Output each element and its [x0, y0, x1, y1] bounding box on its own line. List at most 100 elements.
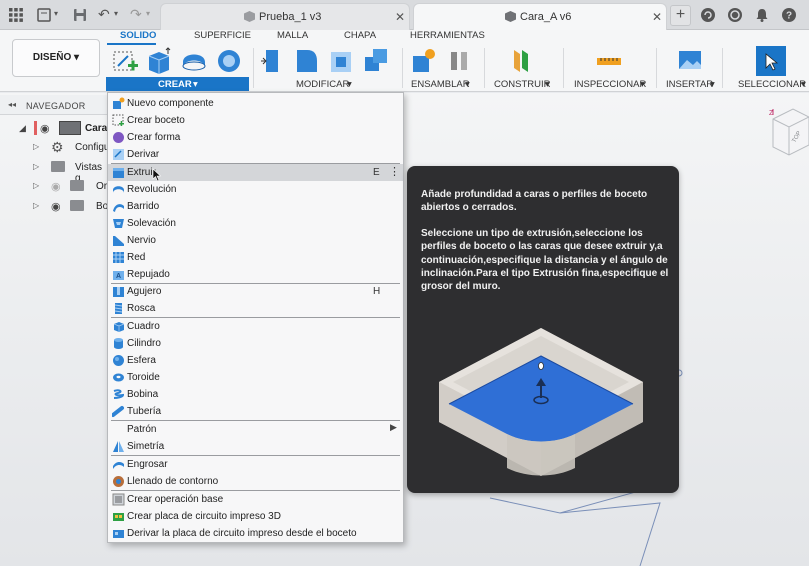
insert-image-icon[interactable]: [676, 46, 704, 74]
browser-row-origin[interactable]: ▷ ◉ Or: [0, 177, 107, 196]
chamfer-icon[interactable]: [327, 46, 355, 74]
construir-group-label[interactable]: CONSTRUIR: [494, 79, 550, 90]
menu-item-agujero[interactable]: Agujero H: [108, 283, 403, 300]
menu-item-crear-operacion-base[interactable]: Crear operación base: [108, 491, 403, 508]
insertar-group-label[interactable]: INSERTAR: [666, 79, 713, 90]
eye-icon[interactable]: ◉: [40, 122, 50, 135]
redo-icon[interactable]: ↷: [130, 6, 142, 23]
menu-item-crear-boceto[interactable]: Crear boceto: [108, 112, 403, 129]
modificar-group-label[interactable]: MODIFICAR: [296, 79, 349, 90]
divider: [253, 48, 254, 88]
expand-arrow-icon[interactable]: ◢: [19, 123, 26, 134]
sweep-icon: [113, 204, 124, 212]
menu-item-cuadro[interactable]: Cuadro: [108, 318, 403, 335]
create-sketch-icon[interactable]: [112, 46, 140, 74]
cylinder-icon: [114, 338, 123, 349]
tab-herramientas[interactable]: HERRAMIENTAS: [410, 30, 485, 41]
save-icon[interactable]: [72, 7, 88, 23]
create-sketch-icon: [112, 114, 124, 126]
extrude-icon[interactable]: [145, 46, 173, 74]
file-menu-chevron-icon[interactable]: ▾: [54, 9, 58, 18]
offset-plane-icon[interactable]: [508, 46, 536, 74]
browser-row-label: Or: [96, 181, 108, 192]
menu-item-label: Nuevo componente: [127, 98, 214, 109]
svg-text:?: ?: [786, 11, 792, 22]
browser-row-bodies[interactable]: ▷ ◉ Bo: [0, 197, 108, 216]
more-options-icon[interactable]: ⋮: [389, 165, 400, 178]
revolve-icon[interactable]: [180, 46, 208, 74]
menu-item-cilindro[interactable]: Cilindro: [108, 335, 403, 352]
menu-item-rosca[interactable]: Rosca: [108, 300, 403, 317]
browser-root-row[interactable]: ◢ ◉ Cara: [0, 119, 107, 138]
viewcube[interactable]: TOP Z: [765, 105, 809, 157]
undo-chevron-icon[interactable]: ▾: [114, 9, 118, 18]
menu-item-derivar[interactable]: Derivar: [108, 146, 403, 163]
workspace-switcher-button[interactable]: DISEÑO ▾: [12, 39, 100, 77]
menu-item-repujado[interactable]: A Repujado: [108, 266, 403, 283]
fillet-icon[interactable]: [293, 46, 321, 74]
undo-icon[interactable]: ↶: [98, 6, 110, 23]
crear-group-label[interactable]: CREAR: [158, 79, 192, 90]
close-icon[interactable]: ✕: [652, 10, 662, 24]
pcb-sketch-icon: [113, 530, 124, 538]
seleccionar-group-label[interactable]: SELECCIONAR: [738, 79, 806, 90]
menu-item-label: Rosca: [127, 303, 156, 314]
emboss-icon: A: [113, 271, 124, 280]
menu-item-extruir[interactable]: Extruir E ⋮: [108, 164, 403, 182]
expand-arrow-icon[interactable]: ▷: [33, 142, 39, 151]
expand-arrow-icon[interactable]: ▷: [33, 162, 39, 171]
submenu-arrow-icon: ▶: [390, 422, 397, 432]
ensamblar-group-label[interactable]: ENSAMBLAR: [411, 79, 470, 90]
menu-item-llenado-de-contorno[interactable]: Llenado de contorno: [108, 473, 403, 490]
new-tab-button[interactable]: +: [670, 5, 691, 26]
menu-item-barrido[interactable]: Barrido: [108, 198, 403, 215]
tab-chapa[interactable]: CHAPA: [344, 30, 376, 41]
help-icon[interactable]: ?: [781, 7, 797, 23]
tab-malla[interactable]: MALLA: [277, 30, 308, 41]
menu-item-crear-forma[interactable]: Crear forma: [108, 129, 403, 146]
menu-item-crear-placa-3d[interactable]: Crear placa de circuito impreso 3D: [108, 508, 403, 525]
tab-prueba[interactable]: Prueba_1 v3 ✕: [160, 3, 410, 30]
expand-arrow-icon[interactable]: ▷: [33, 201, 39, 210]
tab-cara-a[interactable]: Cara_A v6 ✕: [413, 3, 667, 30]
browser-row-config[interactable]: ▷ ⚙ Configu: [0, 138, 109, 157]
menu-item-derivar-placa[interactable]: Derivar la placa de circuito impreso des…: [108, 525, 403, 542]
combine-icon[interactable]: [362, 46, 390, 74]
close-icon[interactable]: ✕: [395, 10, 405, 24]
sweep-icon[interactable]: [215, 46, 243, 74]
press-pull-icon[interactable]: [258, 46, 286, 74]
measure-icon[interactable]: [595, 46, 623, 74]
menu-item-patron[interactable]: Patrón ▶: [108, 421, 403, 438]
inspeccionar-group-label[interactable]: INSPECCIONAR: [574, 79, 646, 90]
menu-item-solevacion[interactable]: Solevación: [108, 215, 403, 232]
app-grid-icon[interactable]: [8, 7, 24, 23]
menu-item-simetria[interactable]: Simetría: [108, 438, 403, 455]
menu-item-esfera[interactable]: Esfera: [108, 352, 403, 369]
file-icon[interactable]: [36, 7, 52, 23]
joint-icon[interactable]: [445, 46, 473, 74]
select-button[interactable]: [756, 46, 786, 76]
menu-item-red[interactable]: Red: [108, 249, 403, 266]
menu-item-nervio[interactable]: Nervio: [108, 232, 403, 249]
menu-item-tuberia[interactable]: Tubería: [108, 403, 403, 420]
refresh-icon[interactable]: [700, 7, 716, 23]
menu-item-toroide[interactable]: Toroide: [108, 369, 403, 386]
tab-solido[interactable]: SOLIDO: [120, 30, 156, 41]
eye-icon[interactable]: ◉: [51, 200, 61, 213]
new-component-icon[interactable]: [410, 46, 438, 74]
eye-hidden-icon[interactable]: ◉: [51, 180, 61, 193]
menu-item-revolucion[interactable]: Revolución: [108, 181, 403, 198]
notification-bell-icon[interactable]: [754, 7, 770, 23]
menu-item-engrosar[interactable]: Engrosar: [108, 456, 403, 473]
tab-superficie[interactable]: SUPERFICIE: [194, 30, 251, 41]
collapse-icon[interactable]: ◂◂: [8, 100, 16, 109]
base-feature-icon: [112, 493, 125, 506]
browser-row-views[interactable]: ▷ Vistas g: [0, 158, 107, 184]
menu-item-nuevo-componente[interactable]: Nuevo componente: [108, 95, 403, 112]
expand-arrow-icon[interactable]: ▷: [33, 181, 39, 190]
revolve-icon: [113, 186, 124, 193]
clock-icon[interactable]: [727, 7, 743, 23]
menu-item-label: Cuadro: [127, 321, 160, 332]
menu-item-bobina[interactable]: Bobina: [108, 386, 403, 403]
redo-chevron-icon[interactable]: ▾: [146, 9, 150, 18]
